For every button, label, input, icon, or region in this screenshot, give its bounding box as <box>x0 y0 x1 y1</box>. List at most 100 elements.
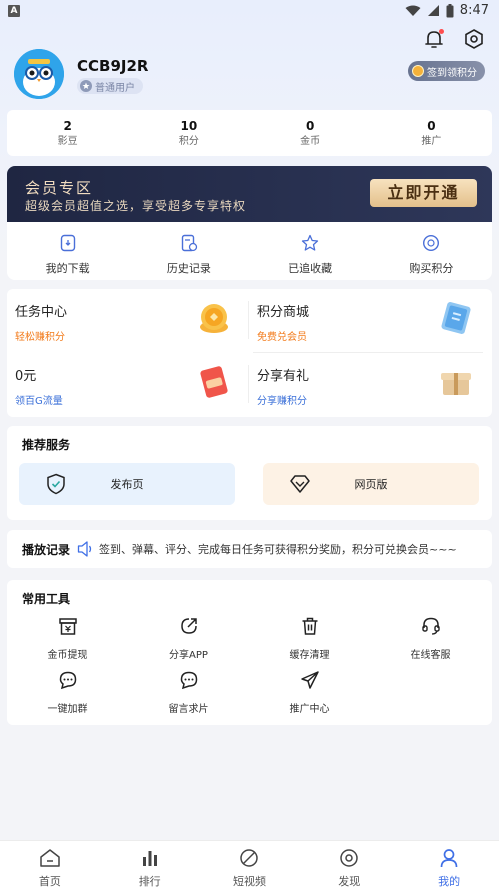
discover-icon <box>340 849 359 867</box>
task-subtitle: 分享赚积分 <box>257 396 307 407</box>
stat-label: 影豆 <box>57 136 78 147</box>
task-title: 任务中心 <box>15 305 68 320</box>
stats-card: 2 影豆 10 积分 0 金币 0 推广 <box>7 110 492 156</box>
tool-clear-cache[interactable]: 缓存清理 <box>249 616 370 661</box>
stat-value: 0 <box>427 119 436 133</box>
tool-coin-withdraw[interactable]: 金币提现 <box>7 616 128 661</box>
star-icon <box>301 234 319 251</box>
tab-mine[interactable]: 我的 <box>399 841 499 887</box>
stat-label: 推广 <box>421 136 442 147</box>
stat-label: 积分 <box>178 136 199 147</box>
quick-item-label: 我的下载 <box>45 262 90 275</box>
tab-label: 发现 <box>338 875 361 887</box>
quick-item-buy-points[interactable]: 购买积分 <box>371 222 492 280</box>
tool-label: 缓存清理 <box>289 650 330 661</box>
stat-value: 0 <box>305 119 315 133</box>
tool-label: 分享APP <box>169 650 208 661</box>
download-icon <box>60 234 75 252</box>
task-center[interactable]: 任务中心 轻松赚积分 <box>7 289 243 351</box>
status-bar: A 8:47 <box>0 0 499 24</box>
message-icon <box>180 671 197 690</box>
speaker-icon <box>77 541 92 557</box>
service-web-version[interactable]: 网页版 <box>263 463 479 505</box>
play-record[interactable]: 播放记录 签到、弹幕、评分、完成每日任务可获得积分奖励，积分可兑换会员~~~ <box>7 530 492 568</box>
coin-icon <box>423 234 440 252</box>
section-title: 常用工具 <box>22 592 71 606</box>
wallet-icon <box>58 618 77 635</box>
tool-label: 在线客服 <box>410 650 451 661</box>
red-packet-illustration-icon <box>200 366 228 398</box>
recommended-services: 推荐服务 发布页 网页版 <box>7 426 492 520</box>
tab-short-video[interactable]: 短视频 <box>200 841 300 887</box>
tab-home[interactable]: 首页 <box>0 841 100 887</box>
section-title: 推荐服务 <box>22 438 71 452</box>
star-badge-icon <box>80 80 92 92</box>
service-label: 网页版 <box>354 478 388 491</box>
short-video-icon <box>240 849 259 867</box>
stat-coins[interactable]: 0 金币 <box>250 110 371 156</box>
service-label: 发布页 <box>110 478 144 491</box>
share-icon <box>180 618 197 634</box>
battery-icon <box>446 3 454 17</box>
app-notification-icon: A <box>8 5 20 17</box>
task-subtitle: 免费兑会员 <box>257 332 307 343</box>
stat-promotion[interactable]: 0 推广 <box>371 110 492 156</box>
task-subtitle: 领百G流量 <box>15 396 63 407</box>
wifi-icon <box>405 5 421 16</box>
task-subtitle: 轻松赚积分 <box>15 332 65 343</box>
coins-illustration-icon <box>200 304 228 333</box>
task-title: 0元 <box>15 369 37 384</box>
tab-label: 我的 <box>438 875 461 887</box>
tab-ranking[interactable]: 排行 <box>100 841 200 887</box>
username: CCB9J2R <box>77 57 149 75</box>
history-icon <box>181 234 198 252</box>
settings-icon[interactable] <box>463 28 485 50</box>
notification-bell-icon[interactable] <box>423 28 445 50</box>
common-tools: 常用工具 金币提现 分享APP 缓存清理 在线客服 一键加群 留言求片 推广中心 <box>7 580 492 725</box>
free-data-task[interactable]: 0元 领百G流量 <box>7 353 243 415</box>
stat-points[interactable]: 10 积分 <box>128 110 249 156</box>
tool-label: 金币提现 <box>47 650 88 661</box>
ranking-icon <box>142 851 157 866</box>
quick-item-label: 已追收藏 <box>288 262 333 275</box>
gift-card-illustration-icon <box>441 302 471 334</box>
vip-open-button[interactable]: 立即开通 <box>370 179 477 207</box>
tab-discover[interactable]: 发现 <box>299 841 399 887</box>
tool-share-app[interactable]: 分享APP <box>128 616 249 661</box>
signal-icon <box>427 5 439 16</box>
stat-beans[interactable]: 2 影豆 <box>7 110 128 156</box>
points-mall[interactable]: 积分商城 免费兑会员 <box>249 289 485 351</box>
quick-item-history[interactable]: 历史记录 <box>128 222 249 280</box>
tool-label: 留言求片 <box>168 704 209 715</box>
task-title: 分享有礼 <box>257 369 310 384</box>
group-chat-icon <box>59 671 76 690</box>
vip-banner[interactable]: 会员专区 超级会员超值之选，享受超多专享特权 立即开通 <box>7 166 492 222</box>
gift-box-illustration-icon <box>441 373 471 395</box>
task-title: 积分商城 <box>257 305 310 320</box>
profile-icon <box>440 849 458 868</box>
tool-label: 一键加群 <box>47 704 88 715</box>
tool-join-group[interactable]: 一键加群 <box>7 670 128 715</box>
share-gift-task[interactable]: 分享有礼 分享赚积分 <box>249 353 485 415</box>
play-record-notice: 签到、弹幕、评分、完成每日任务可获得积分奖励，积分可兑换会员~~~ <box>99 543 457 556</box>
quick-item-downloads[interactable]: 我的下载 <box>7 222 128 280</box>
clock: 8:47 <box>459 3 489 18</box>
service-publish-page[interactable]: 发布页 <box>19 463 235 505</box>
quick-actions: 我的下载 历史记录 已追收藏 购买积分 <box>7 222 492 280</box>
notification-dot <box>439 29 444 34</box>
quick-item-favorites[interactable]: 已追收藏 <box>250 222 371 280</box>
stat-value: 10 <box>180 119 198 133</box>
send-icon <box>300 671 319 689</box>
checkin-label: 签到领积分 <box>427 67 477 79</box>
stat-label: 金币 <box>300 136 321 147</box>
user-level-label: 普通用户 <box>95 82 135 94</box>
tool-promotion-center[interactable]: 推广中心 <box>249 670 370 715</box>
tool-request-movie[interactable]: 留言求片 <box>128 670 249 715</box>
tool-online-support[interactable]: 在线客服 <box>370 616 491 661</box>
checkin-button[interactable]: 签到领积分 <box>408 61 485 81</box>
tool-label: 推广中心 <box>289 704 330 715</box>
tasks-card: 任务中心 轻松赚积分 积分商城 免费兑会员 0元 领百G流量 分享有礼 分享赚积… <box>7 289 492 417</box>
avatar[interactable] <box>14 49 64 99</box>
vip-description: 超级会员超值之选，享受超多专享特权 <box>25 199 247 213</box>
quick-item-label: 购买积分 <box>409 262 454 275</box>
